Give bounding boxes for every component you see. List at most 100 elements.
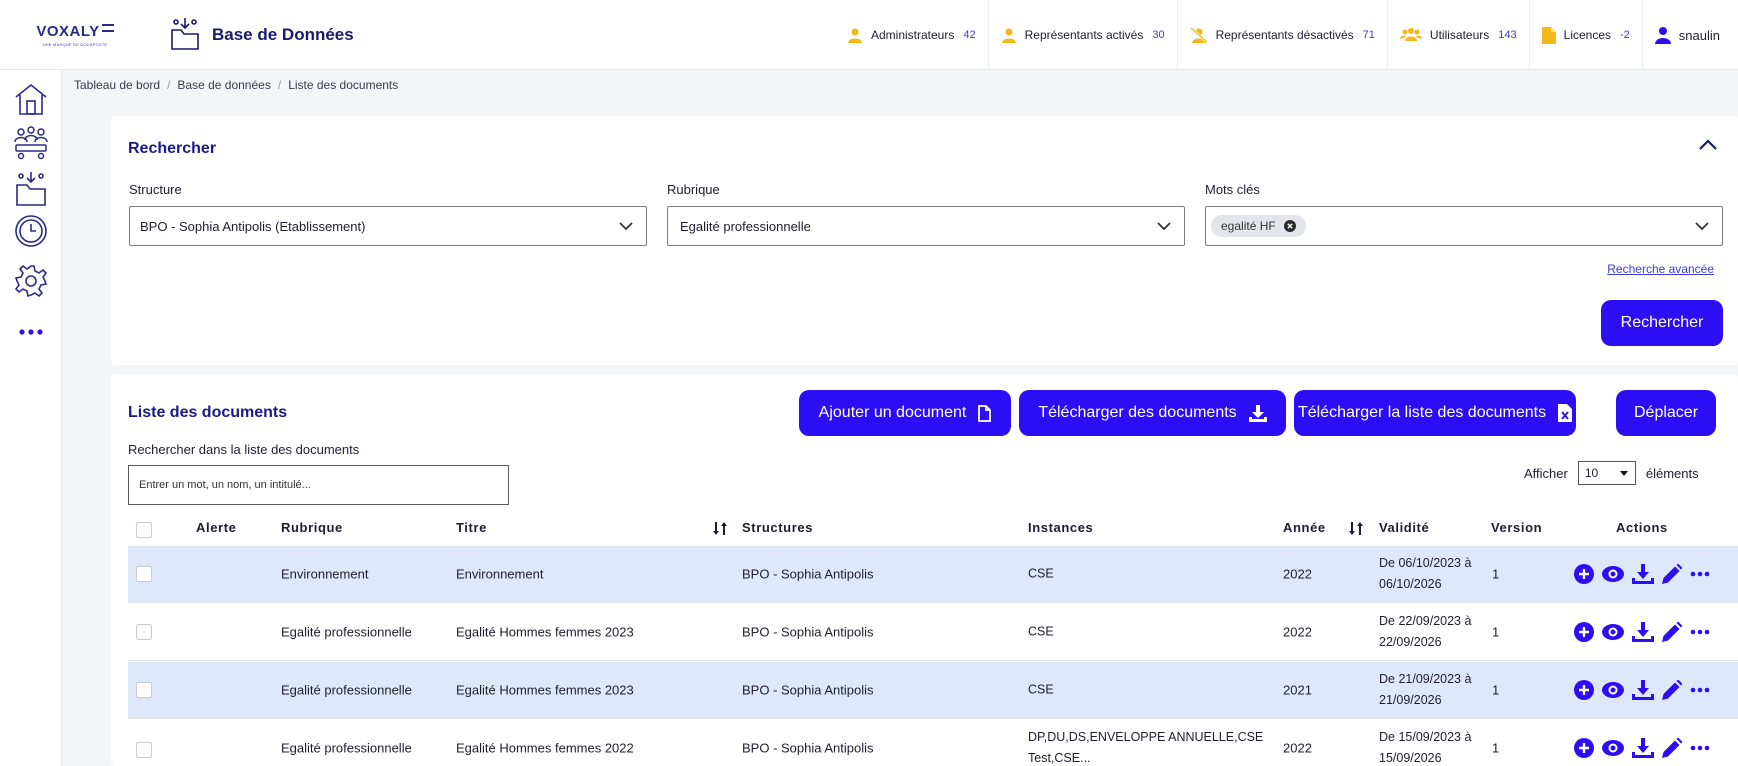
more-icon[interactable] — [1690, 571, 1710, 577]
column-rubrique[interactable]: Rubrique — [281, 520, 343, 535]
cell-version: 1 — [1492, 566, 1500, 582]
stat-administrateurs[interactable]: Administrateurs 42 — [835, 0, 989, 70]
stat-licences[interactable]: Licences -2 — [1530, 0, 1643, 70]
add-circle-icon[interactable] — [1574, 738, 1594, 758]
structure-value: BPO - Sophia Antipolis (Etablissement) — [140, 218, 366, 234]
search-title: Rechercher — [128, 140, 217, 157]
structure-select[interactable]: BPO - Sophia Antipolis (Etablissement) — [129, 206, 647, 246]
more-icon[interactable] — [1690, 687, 1710, 693]
collapse-chevron-up-icon[interactable] — [1698, 138, 1718, 154]
breadcrumb-database[interactable]: Base de données — [177, 78, 270, 92]
download-icon — [1248, 404, 1267, 422]
brand-tagline: UNE MARQUE DE DOCAPOSTE — [42, 42, 108, 47]
sidebar-item-settings[interactable] — [11, 262, 51, 302]
cell-annee: 2022 — [1283, 624, 1312, 640]
column-titre[interactable]: Titre — [456, 520, 487, 535]
column-version[interactable]: Version — [1491, 520, 1542, 535]
sidebar-item-database[interactable] — [11, 170, 51, 210]
table-row[interactable]: Egalité professionnelle Egalité Hommes f… — [128, 720, 1738, 766]
download-list-button[interactable]: Télécharger la liste des documents — [1294, 390, 1576, 436]
download-documents-button[interactable]: Télécharger des documents — [1019, 390, 1286, 436]
row-checkbox[interactable] — [136, 682, 152, 698]
validite-line: 21/09/2026 — [1379, 693, 1442, 707]
user-check-icon — [1001, 27, 1017, 43]
more-icon[interactable] — [1690, 745, 1710, 751]
breadcrumb: Tableau de bord / Base de données / Liste de… — [74, 78, 398, 92]
column-instances[interactable]: Instances — [1028, 520, 1093, 535]
stat-utilisateurs[interactable]: Utilisateurs 143 — [1388, 0, 1530, 70]
column-alerte[interactable]: Alerte — [196, 520, 236, 535]
add-circle-icon[interactable] — [1574, 564, 1594, 584]
more-icon — [19, 322, 43, 338]
stat-label: Licences — [1563, 28, 1612, 42]
cell-annee: 2021 — [1283, 682, 1312, 698]
sidebar-item-history[interactable] — [11, 212, 51, 252]
row-checkbox[interactable] — [136, 742, 152, 758]
cell-structure: BPO - Sophia Antipolis — [742, 740, 874, 756]
row-actions — [1574, 738, 1710, 758]
download-icon[interactable] — [1632, 564, 1654, 584]
table-row[interactable]: Egalité professionnelle Egalité Hommes f… — [128, 604, 1738, 661]
page-size-select[interactable]: 10 — [1577, 461, 1636, 485]
sidebar-item-meetings[interactable] — [11, 124, 51, 164]
row-checkbox[interactable] — [136, 566, 152, 582]
row-actions — [1574, 680, 1710, 700]
column-annee[interactable]: Année — [1283, 520, 1326, 535]
add-circle-icon[interactable] — [1574, 680, 1594, 700]
row-checkbox[interactable] — [136, 624, 152, 640]
rubrique-select[interactable]: Egalité professionnelle — [667, 206, 1185, 246]
stat-representants-actives[interactable]: Représentants activés 30 — [989, 0, 1178, 70]
search-panel: Rechercher Structure BPO - Sophia Antipo… — [111, 116, 1738, 365]
sort-icon[interactable] — [1349, 522, 1363, 538]
cell-rubrique: Environnement — [281, 566, 369, 582]
sort-icon[interactable] — [713, 522, 727, 538]
column-validite[interactable]: Validité — [1379, 520, 1429, 535]
stat-label: Représentants activés — [1024, 28, 1144, 42]
eye-icon[interactable] — [1602, 739, 1624, 757]
brand-lines-icon — [101, 24, 114, 32]
cell-instances: CSE — [1028, 564, 1054, 585]
list-search-label: Rechercher dans la liste des documents — [128, 442, 360, 457]
database-icon — [13, 170, 49, 211]
excel-file-icon — [1558, 404, 1573, 422]
stat-representants-desactives[interactable]: Représentants désactivés 71 — [1178, 0, 1388, 70]
pencil-icon[interactable] — [1662, 680, 1682, 700]
table-row[interactable]: Environnement Environnement BPO - Sophia… — [128, 546, 1738, 603]
stat-count: 71 — [1362, 29, 1375, 41]
sidebar-item-more[interactable] — [11, 310, 51, 350]
select-all-checkbox[interactable] — [136, 522, 152, 538]
search-submit-button[interactable]: Rechercher — [1601, 300, 1723, 346]
admin-user-icon — [847, 27, 863, 43]
user-name: snaulin — [1678, 27, 1720, 43]
more-icon[interactable] — [1690, 629, 1710, 635]
add-document-button[interactable]: Ajouter un document — [799, 390, 1011, 436]
pencil-icon[interactable] — [1662, 622, 1682, 642]
download-icon[interactable] — [1632, 622, 1654, 642]
remove-chip-icon[interactable] — [1283, 220, 1296, 232]
keywords-label: Mots clés — [1205, 182, 1260, 197]
gear-icon — [13, 263, 49, 302]
download-icon[interactable] — [1632, 680, 1654, 700]
pencil-icon[interactable] — [1662, 564, 1682, 584]
validite-line: 06/10/2026 — [1379, 577, 1442, 591]
move-button[interactable]: Déplacer — [1616, 390, 1716, 436]
list-search-input[interactable] — [128, 465, 509, 505]
table-row[interactable]: Egalité professionnelle Egalité Hommes f… — [128, 662, 1738, 719]
download-icon[interactable] — [1632, 738, 1654, 758]
eye-icon[interactable] — [1602, 565, 1624, 583]
breadcrumb-dashboard[interactable]: Tableau de bord — [74, 78, 160, 92]
add-circle-icon[interactable] — [1574, 622, 1594, 642]
row-actions — [1574, 564, 1710, 584]
eye-icon[interactable] — [1602, 681, 1624, 699]
validite-line: De 21/09/2023 à — [1379, 672, 1472, 686]
eye-icon[interactable] — [1602, 623, 1624, 641]
file-icon — [978, 404, 992, 422]
keywords-select[interactable]: egalité HF — [1205, 206, 1723, 246]
user-menu[interactable]: snaulin — [1643, 0, 1738, 70]
cell-instances: CSE — [1028, 680, 1054, 701]
sidebar-item-home[interactable] — [11, 80, 51, 120]
brand-logo[interactable]: VOXALY UNE MARQUE DE DOCAPOSTE — [0, 0, 150, 70]
advanced-search-link[interactable]: Recherche avancée — [1607, 262, 1714, 276]
column-structures[interactable]: Structures — [742, 520, 813, 535]
pencil-icon[interactable] — [1662, 738, 1682, 758]
